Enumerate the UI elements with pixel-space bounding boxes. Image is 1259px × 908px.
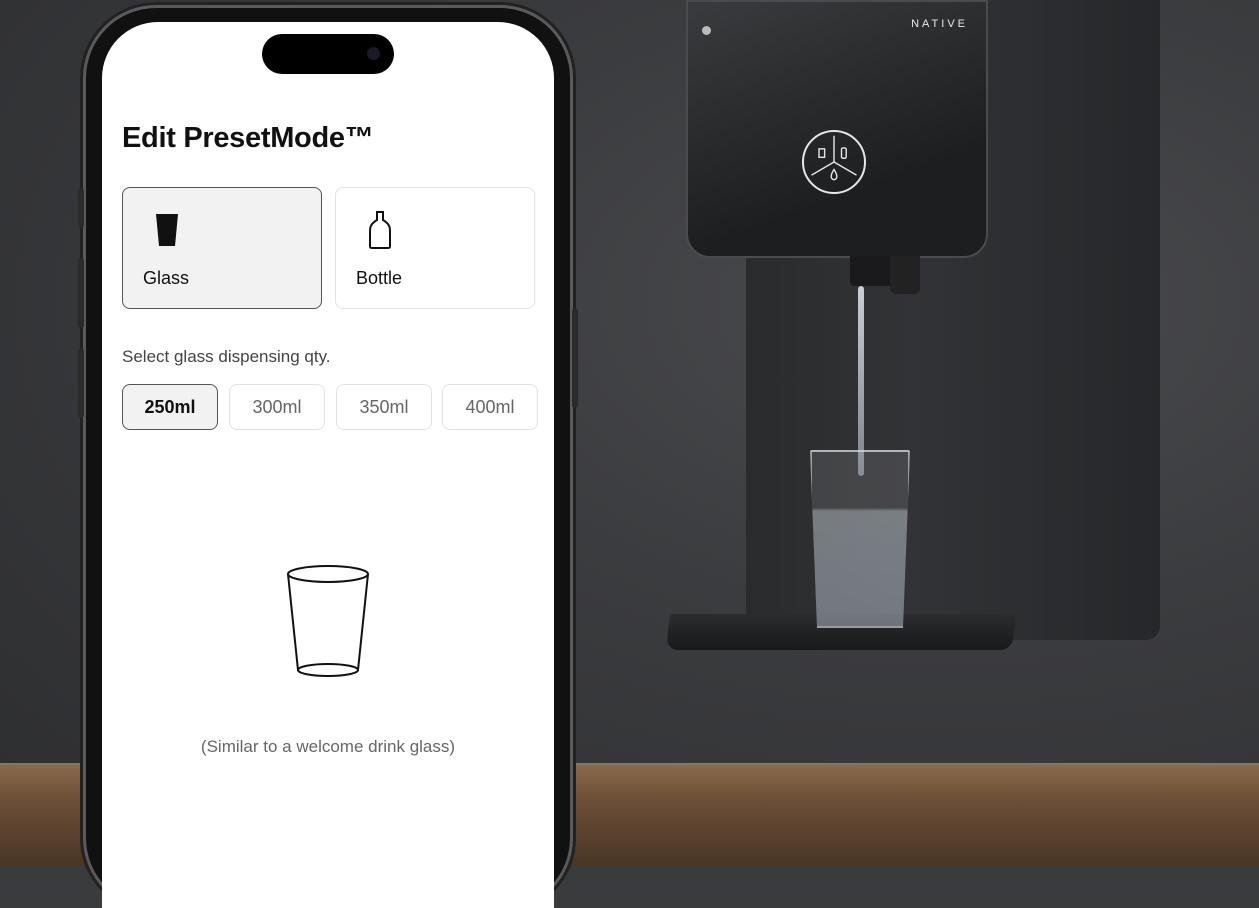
quantity-label: Select glass dispensing qty. [122,347,331,366]
dynamic-island [262,34,394,74]
bottle-icon [369,211,391,249]
glass-outline-icon [287,565,369,677]
container-option-bottle[interactable]: Bottle [335,187,535,309]
glass-icon [156,214,178,246]
container-option-label: Bottle [356,268,403,288]
badge-icon [702,26,711,35]
front-camera-icon [367,47,380,60]
qty-option-250ml[interactable]: 250ml [122,384,218,430]
phone-power-button [572,308,578,408]
brand-logo: NATIVE [911,18,968,30]
qty-option-300ml[interactable]: 300ml [229,384,325,430]
water-stream [858,286,864,476]
qty-option-350ml[interactable]: 350ml [336,384,432,430]
tap-spout [850,256,892,286]
filled-glass [810,450,910,628]
container-option-label: Glass [143,268,190,288]
preview-caption: (Similar to a welcome drink glass) [200,737,456,756]
phone-frame: Edit PresetMode™ Glass Bottle Select gla… [78,8,578,908]
page-title: Edit PresetMode™ [122,122,374,154]
phone-volume-down-button [78,348,84,418]
phone-volume-up-button [78,258,84,328]
tap-spout-secondary [890,256,920,294]
phone-action-button [78,188,84,228]
qty-option-400ml[interactable]: 400ml [442,384,538,430]
container-option-glass[interactable]: Glass [122,187,322,309]
app-screen: Edit PresetMode™ Glass Bottle Select gla… [102,22,554,908]
purifier-head: NATIVE [686,0,988,258]
dispense-control-icon [802,130,866,194]
